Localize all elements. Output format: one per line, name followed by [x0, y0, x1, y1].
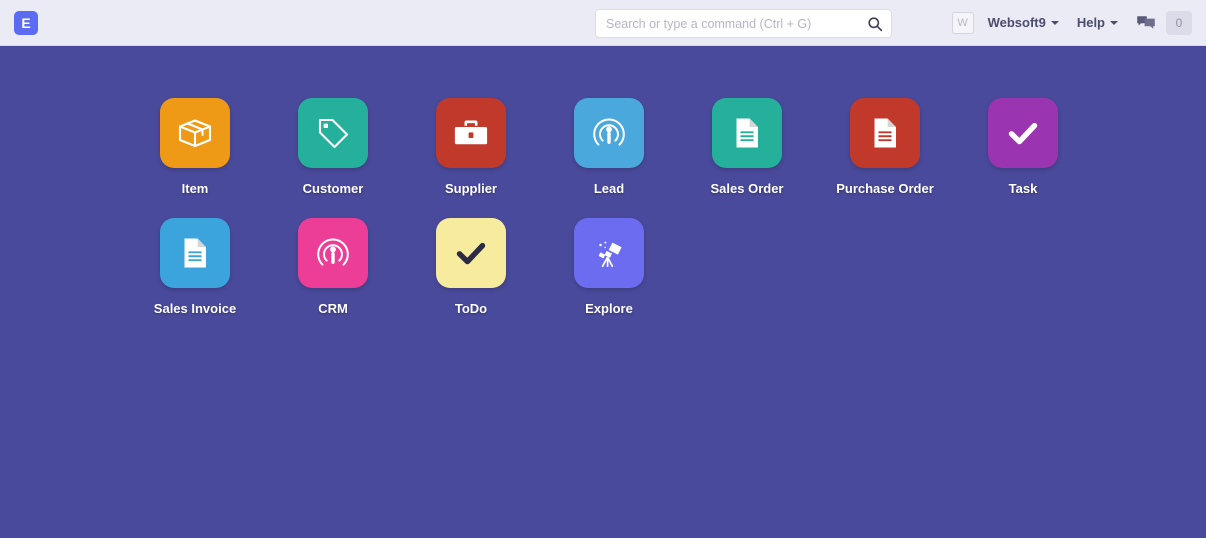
- search-input[interactable]: [606, 10, 867, 37]
- app-icon-label: CRM: [318, 301, 348, 316]
- user-menu[interactable]: Websoft9: [982, 11, 1065, 34]
- navbar-left: E: [14, 10, 38, 35]
- app-icon-item[interactable]: Item: [126, 98, 264, 196]
- box-icon[interactable]: [160, 98, 230, 168]
- chat-bubbles-icon[interactable]: [1136, 14, 1156, 32]
- tag-icon[interactable]: [298, 98, 368, 168]
- check-icon[interactable]: [988, 98, 1058, 168]
- app-icon-label: Sales Invoice: [153, 301, 237, 316]
- app-icon-label: Customer: [302, 181, 364, 196]
- avatar[interactable]: W: [951, 11, 974, 34]
- document-icon[interactable]: [160, 218, 230, 288]
- broadcast-person-icon[interactable]: [298, 218, 368, 288]
- help-menu-label: Help: [1076, 15, 1105, 30]
- navbar: E W Websoft9 Help 0: [0, 0, 1206, 46]
- app-icon-label: Lead: [593, 181, 625, 196]
- briefcase-icon[interactable]: [436, 98, 506, 168]
- search-icon[interactable]: [867, 16, 883, 32]
- avatar-letter: W: [957, 16, 968, 29]
- telescope-icon[interactable]: [574, 218, 644, 288]
- document-icon[interactable]: [850, 98, 920, 168]
- app-icon-todo[interactable]: ToDo: [402, 218, 540, 316]
- check-icon[interactable]: [436, 218, 506, 288]
- app-icon-label: Item: [181, 181, 209, 196]
- app-icon-crm[interactable]: CRM: [264, 218, 402, 316]
- app-icon-grid: Item Customer Supplier Lead Sales Order: [126, 98, 1126, 338]
- search-bar: [595, 9, 892, 38]
- app-icon-explore[interactable]: Explore: [540, 218, 678, 316]
- app-icon-sales-invoice[interactable]: Sales Invoice: [126, 218, 264, 316]
- app-icon-label: Supplier: [444, 181, 497, 196]
- app-icon-supplier[interactable]: Supplier: [402, 98, 540, 196]
- app-icon-task[interactable]: Task: [954, 98, 1092, 196]
- navbar-right: W Websoft9 Help 0: [951, 10, 1192, 35]
- app-logo-letter: E: [21, 14, 31, 31]
- app-icon-customer[interactable]: Customer: [264, 98, 402, 196]
- app-icon-label: Purchase Order: [836, 181, 934, 196]
- app-icon-label: ToDo: [454, 301, 488, 316]
- app-icon-label: Task: [1008, 181, 1038, 196]
- user-menu-label: Websoft9: [987, 15, 1046, 30]
- app-icon-purchase-order[interactable]: Purchase Order: [816, 98, 954, 196]
- app-icon-lead[interactable]: Lead: [540, 98, 678, 196]
- chevron-down-icon: [1050, 20, 1059, 25]
- app-icon-label: Explore: [585, 301, 633, 316]
- app-logo[interactable]: E: [14, 10, 38, 35]
- broadcast-person-icon[interactable]: [574, 98, 644, 168]
- search-box[interactable]: [595, 9, 892, 38]
- chevron-down-icon: [1110, 20, 1118, 25]
- app-icon-sales-order[interactable]: Sales Order: [678, 98, 816, 196]
- notification-count: 0: [1175, 15, 1183, 30]
- notification-badge[interactable]: 0: [1166, 10, 1192, 35]
- app-icon-label: Sales Order: [710, 181, 784, 196]
- help-menu[interactable]: Help: [1071, 11, 1124, 34]
- document-icon[interactable]: [712, 98, 782, 168]
- desktop-area: Item Customer Supplier Lead Sales Order: [0, 46, 1206, 538]
